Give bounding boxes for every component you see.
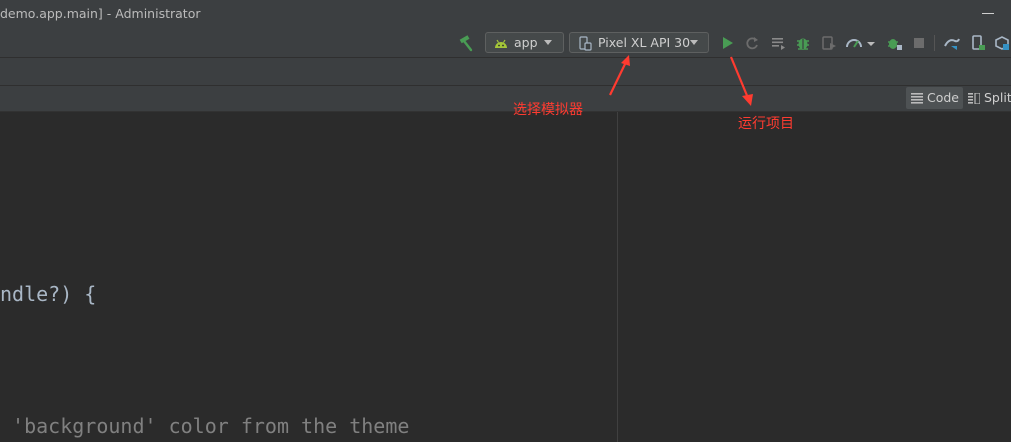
ide-window: demo.app.main] - Administrator app Pixel…: [0, 0, 1011, 442]
preview-pane: [618, 112, 1011, 442]
navigation-bar: [0, 58, 1011, 86]
run-icon[interactable]: [716, 32, 738, 54]
code-view-label: Code: [927, 90, 960, 105]
android-icon: [493, 36, 509, 50]
profile-icon[interactable]: [843, 32, 865, 54]
editor-view-bar: Code Split: [0, 86, 1011, 112]
chevron-down-icon: [690, 40, 698, 45]
device-label: Pixel XL API 30: [598, 35, 691, 50]
coverage-icon[interactable]: [883, 32, 905, 54]
hammer-icon[interactable]: [454, 32, 476, 54]
sdk-manager-icon[interactable]: [992, 32, 1011, 54]
run-config-label: app: [514, 35, 538, 50]
device-selector-combo[interactable]: Pixel XL API 30: [569, 32, 709, 53]
code-comment-line: 'background' color from the theme: [0, 414, 410, 438]
phone-icon: [578, 36, 592, 51]
attach-debugger-icon[interactable]: [818, 32, 840, 54]
code-view-icon: [911, 92, 923, 104]
window-title: demo.app.main] - Administrator: [0, 6, 201, 21]
debug-icon[interactable]: [792, 32, 814, 54]
code-view-button[interactable]: Code: [906, 87, 963, 109]
gradle-sync-icon[interactable]: [941, 32, 963, 54]
chevron-down-icon: [544, 40, 552, 45]
title-bar: demo.app.main] - Administrator: [0, 0, 1011, 30]
chevron-down-icon[interactable]: [865, 32, 877, 54]
split-view-icon: [968, 92, 981, 105]
split-view-button[interactable]: Split: [963, 87, 1011, 109]
stop-icon[interactable]: [908, 32, 930, 54]
toolbar-separator: [934, 35, 935, 51]
annotation-select-emulator: 选择模拟器: [513, 102, 583, 118]
code-line: ndle?) {: [0, 282, 97, 306]
device-manager-icon[interactable]: [967, 32, 989, 54]
apply-changes-icon[interactable]: [767, 32, 789, 54]
run-config-combo[interactable]: app: [485, 32, 564, 53]
rerun-icon[interactable]: [741, 32, 763, 54]
minimize-icon[interactable]: [982, 13, 994, 14]
annotation-run-project: 运行项目: [738, 116, 794, 132]
split-view-label: Split: [984, 90, 1011, 105]
main-toolbar: app Pixel XL API 30: [0, 29, 1011, 58]
code-editor[interactable]: ndle?) { 'background' color from the the…: [0, 112, 617, 442]
